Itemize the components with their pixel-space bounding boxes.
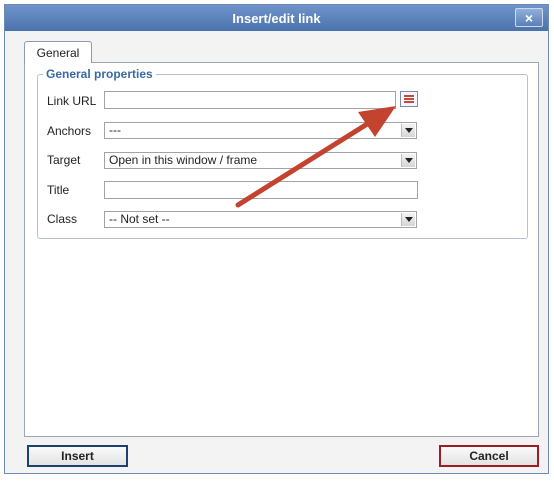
- dialog-titlebar: Insert/edit link ×: [5, 5, 548, 31]
- anchors-select[interactable]: ---: [104, 122, 417, 139]
- chevron-down-icon: [401, 213, 415, 226]
- target-label: Target: [47, 153, 81, 167]
- chevron-down-icon: [401, 124, 415, 137]
- anchors-label: Anchors: [47, 124, 92, 138]
- close-button[interactable]: ×: [515, 8, 543, 27]
- tab-general[interactable]: General: [24, 41, 92, 63]
- cancel-button-label: Cancel: [469, 449, 509, 463]
- target-select-value: Open in this window / frame: [109, 153, 258, 167]
- target-select[interactable]: Open in this window / frame: [104, 152, 417, 169]
- title-label: Title: [47, 183, 70, 197]
- class-select[interactable]: -- Not set --: [104, 211, 417, 228]
- chevron-down-icon: [401, 154, 415, 167]
- link-url-label: Link URL: [47, 94, 97, 108]
- class-label: Class: [47, 212, 78, 226]
- anchors-select-value: ---: [109, 123, 121, 137]
- browse-list-icon[interactable]: [400, 91, 418, 107]
- title-input[interactable]: [104, 181, 418, 199]
- cancel-button[interactable]: Cancel: [439, 445, 539, 467]
- tab-general-label: General: [36, 45, 80, 60]
- fieldset-legend: General properties: [43, 67, 156, 81]
- general-panel: General properties Link URL Anchors --- …: [24, 62, 539, 437]
- close-icon: ×: [524, 9, 534, 26]
- insert-button-label: Insert: [61, 449, 94, 463]
- insert-button[interactable]: Insert: [27, 445, 128, 467]
- dialog-title: Insert/edit link: [232, 10, 321, 26]
- class-select-value: -- Not set --: [109, 212, 170, 226]
- link-url-input[interactable]: [104, 91, 396, 109]
